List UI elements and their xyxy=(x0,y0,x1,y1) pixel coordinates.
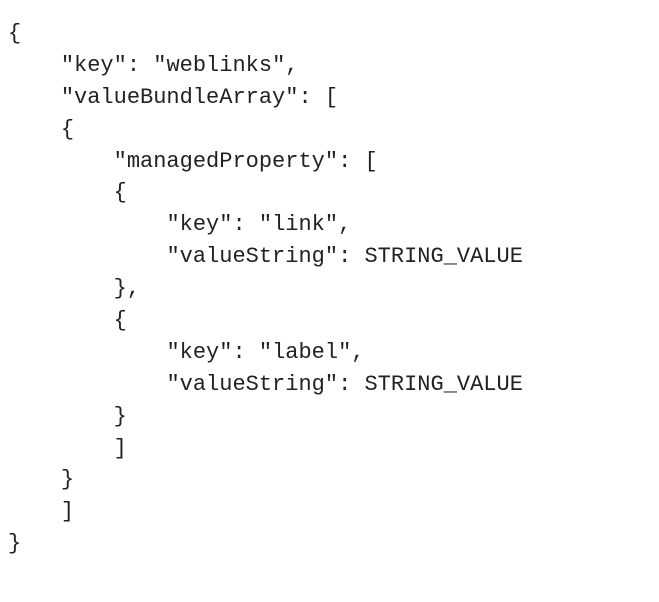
brace: } xyxy=(61,467,74,492)
brace: } xyxy=(8,531,21,556)
json-key: valueBundleArray xyxy=(74,85,285,110)
brace: { xyxy=(114,180,127,205)
json-token: STRING_VALUE xyxy=(364,372,522,397)
bracket: ] xyxy=(61,499,74,524)
json-key: key xyxy=(180,212,220,237)
json-string: label xyxy=(272,340,338,365)
bracket: ] xyxy=(114,436,127,461)
json-key: managedProperty xyxy=(127,149,325,174)
brace: } xyxy=(114,404,127,429)
code-block: { "key": "weblinks", "valueBundleArray":… xyxy=(0,0,659,568)
brace: } xyxy=(114,276,127,301)
json-key: key xyxy=(180,340,220,365)
json-string: weblinks xyxy=(166,53,272,78)
json-key: valueString xyxy=(180,372,325,397)
brace: { xyxy=(8,21,21,46)
json-key: key xyxy=(74,53,114,78)
json-key: valueString xyxy=(180,244,325,269)
json-token: STRING_VALUE xyxy=(364,244,522,269)
json-string: link xyxy=(272,212,325,237)
brace: { xyxy=(61,117,74,142)
brace: { xyxy=(114,308,127,333)
